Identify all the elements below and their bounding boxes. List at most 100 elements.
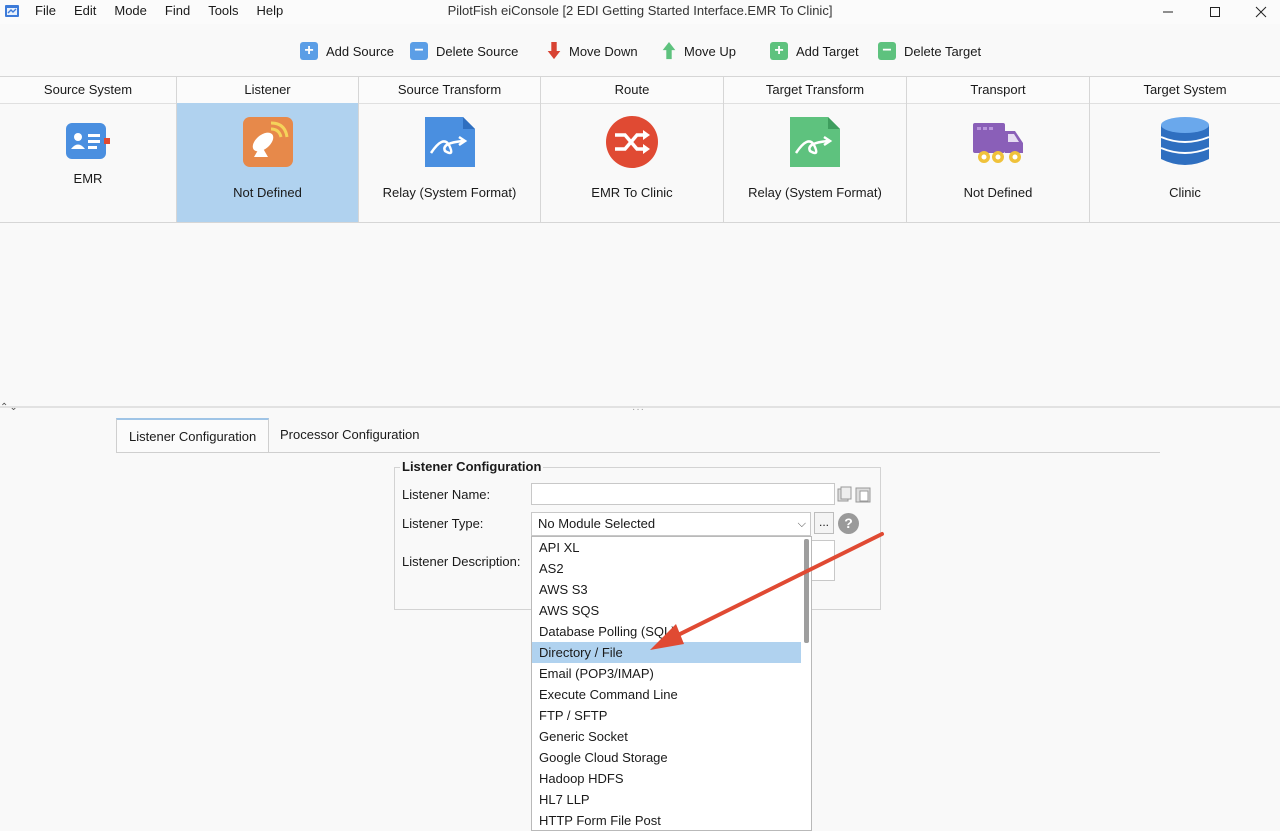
toolbar: + Add Source − Delete Source Move Down M… bbox=[0, 24, 1280, 76]
route-stage-grid: Source System EMR Listener Not Defined S… bbox=[0, 76, 1280, 223]
add-source-label: Add Source bbox=[326, 43, 394, 59]
stage-cell[interactable]: Not Defined bbox=[907, 103, 1089, 222]
stage-label: Clinic bbox=[1169, 185, 1201, 200]
listener-name-label: Listener Name: bbox=[402, 487, 491, 502]
delete-source-button[interactable]: − Delete Source bbox=[410, 40, 518, 62]
stage-header: Target System bbox=[1090, 77, 1280, 104]
menu-help[interactable]: Help bbox=[248, 0, 293, 24]
stage-header: Listener bbox=[177, 77, 358, 104]
tab-divider bbox=[116, 452, 1160, 453]
stage-route[interactable]: Route EMR To Clinic bbox=[541, 77, 724, 222]
minimize-button[interactable] bbox=[1148, 0, 1188, 24]
menu-tools[interactable]: Tools bbox=[199, 0, 247, 24]
chevron-down-icon: ⌵ bbox=[797, 518, 806, 530]
list-item[interactable]: Database Polling (SQL) bbox=[532, 621, 801, 642]
add-source-button[interactable]: + Add Source bbox=[300, 40, 394, 62]
add-target-button[interactable]: + Add Target bbox=[770, 40, 859, 62]
list-item[interactable]: Execute Command Line bbox=[532, 684, 801, 705]
minus-icon: − bbox=[410, 42, 428, 60]
menu-edit[interactable]: Edit bbox=[65, 0, 105, 24]
id-card-icon bbox=[66, 123, 110, 159]
list-item[interactable]: AWS S3 bbox=[532, 579, 801, 600]
close-button[interactable] bbox=[1241, 0, 1280, 24]
database-icon bbox=[1160, 117, 1210, 165]
stage-header: Transport bbox=[907, 77, 1089, 104]
stage-source-system[interactable]: Source System EMR bbox=[0, 77, 177, 222]
listener-type-select[interactable]: No Module Selected ⌵ bbox=[531, 512, 811, 536]
stage-cell[interactable]: Relay (System Format) bbox=[359, 103, 540, 222]
listener-type-dropdown[interactable]: API XL AS2 AWS S3 AWS SQS Database Polli… bbox=[531, 536, 812, 831]
delete-target-label: Delete Target bbox=[904, 43, 982, 59]
list-item[interactable]: Hadoop HDFS bbox=[532, 768, 801, 789]
listener-type-label: Listener Type: bbox=[402, 516, 484, 531]
move-down-button[interactable]: Move Down bbox=[547, 40, 638, 62]
move-down-label: Move Down bbox=[569, 43, 638, 59]
menu-find[interactable]: Find bbox=[156, 0, 199, 24]
arrow-down-icon bbox=[547, 42, 561, 60]
stage-source-transform[interactable]: Source Transform Relay (System Format) bbox=[359, 77, 541, 222]
title-bar: File Edit Mode Find Tools Help PilotFish… bbox=[0, 0, 1280, 24]
listener-type-value: No Module Selected bbox=[538, 516, 656, 531]
stage-label: EMR bbox=[73, 171, 103, 186]
minimize-icon bbox=[1163, 11, 1173, 13]
add-target-label: Add Target bbox=[796, 43, 859, 59]
list-item[interactable]: HL7 LLP bbox=[532, 789, 801, 810]
copy-paste-icons bbox=[837, 486, 871, 503]
listener-description-input[interactable] bbox=[808, 540, 835, 581]
stage-transport[interactable]: Transport Not Defined bbox=[907, 77, 1090, 222]
list-item[interactable]: API XL bbox=[532, 537, 801, 558]
list-item[interactable]: FTP / SFTP bbox=[532, 705, 801, 726]
maximize-button[interactable] bbox=[1195, 0, 1235, 24]
stage-cell[interactable]: EMR bbox=[0, 103, 176, 222]
app-icon[interactable] bbox=[4, 3, 20, 19]
route-shuffle-icon bbox=[606, 116, 658, 168]
stage-header: Source Transform bbox=[359, 77, 540, 104]
stage-header: Source System bbox=[0, 77, 176, 104]
list-item[interactable]: AS2 bbox=[532, 558, 801, 579]
maximize-icon bbox=[1210, 7, 1220, 17]
relay-document-icon bbox=[790, 117, 840, 167]
browse-button[interactable]: ... bbox=[814, 512, 834, 534]
stage-label: Relay (System Format) bbox=[382, 185, 517, 200]
list-item[interactable]: Google Cloud Storage bbox=[532, 747, 801, 768]
stage-cell[interactable]: Clinic bbox=[1090, 103, 1280, 222]
stage-cell[interactable]: Relay (System Format) bbox=[724, 103, 906, 222]
stage-label: Relay (System Format) bbox=[748, 185, 882, 200]
stage-label: Not Defined bbox=[963, 185, 1033, 200]
relay-document-icon bbox=[424, 117, 475, 167]
list-item[interactable]: AWS SQS bbox=[532, 600, 801, 621]
stage-cell[interactable]: Not Defined bbox=[177, 103, 358, 222]
stage-target-transform[interactable]: Target Transform Relay (System Format) bbox=[724, 77, 907, 222]
arrow-up-icon bbox=[662, 42, 676, 60]
delete-target-button[interactable]: − Delete Target bbox=[878, 40, 981, 62]
list-item[interactable]: Email (POP3/IMAP) bbox=[532, 663, 801, 684]
tab-processor-configuration[interactable]: Processor Configuration bbox=[268, 418, 431, 452]
menu-mode[interactable]: Mode bbox=[105, 0, 156, 24]
plus-icon: + bbox=[300, 42, 318, 60]
list-item[interactable]: Generic Socket bbox=[532, 726, 801, 747]
minus-icon: − bbox=[878, 42, 896, 60]
tab-listener-configuration[interactable]: Listener Configuration bbox=[116, 418, 270, 452]
delete-source-label: Delete Source bbox=[436, 43, 519, 59]
paste-icon[interactable] bbox=[855, 487, 871, 503]
stage-header: Target Transform bbox=[724, 77, 906, 104]
close-icon bbox=[1255, 6, 1267, 18]
list-item[interactable]: HTTP Form File Post bbox=[532, 810, 801, 830]
stage-label: EMR To Clinic bbox=[591, 185, 673, 200]
stage-target-system[interactable]: Target System Clinic bbox=[1090, 77, 1280, 222]
splitter-grip-icon[interactable]: ··· bbox=[632, 404, 645, 415]
copy-icon[interactable] bbox=[837, 486, 852, 502]
stage-header: Route bbox=[541, 77, 723, 104]
satellite-dish-icon bbox=[242, 117, 293, 167]
stage-label: Not Defined bbox=[233, 185, 302, 200]
list-item-selected[interactable]: Directory / File bbox=[532, 642, 801, 663]
move-up-label: Move Up bbox=[684, 43, 737, 59]
listener-name-input[interactable] bbox=[531, 483, 835, 505]
menu-file[interactable]: File bbox=[26, 0, 65, 24]
stage-cell[interactable]: EMR To Clinic bbox=[541, 103, 723, 222]
stage-listener[interactable]: Listener Not Defined bbox=[177, 77, 359, 222]
menu-bar: File Edit Mode Find Tools Help bbox=[26, 0, 292, 24]
help-icon[interactable]: ? bbox=[838, 513, 859, 534]
move-up-button[interactable]: Move Up bbox=[662, 40, 736, 62]
dropdown-scrollbar[interactable] bbox=[804, 539, 809, 643]
